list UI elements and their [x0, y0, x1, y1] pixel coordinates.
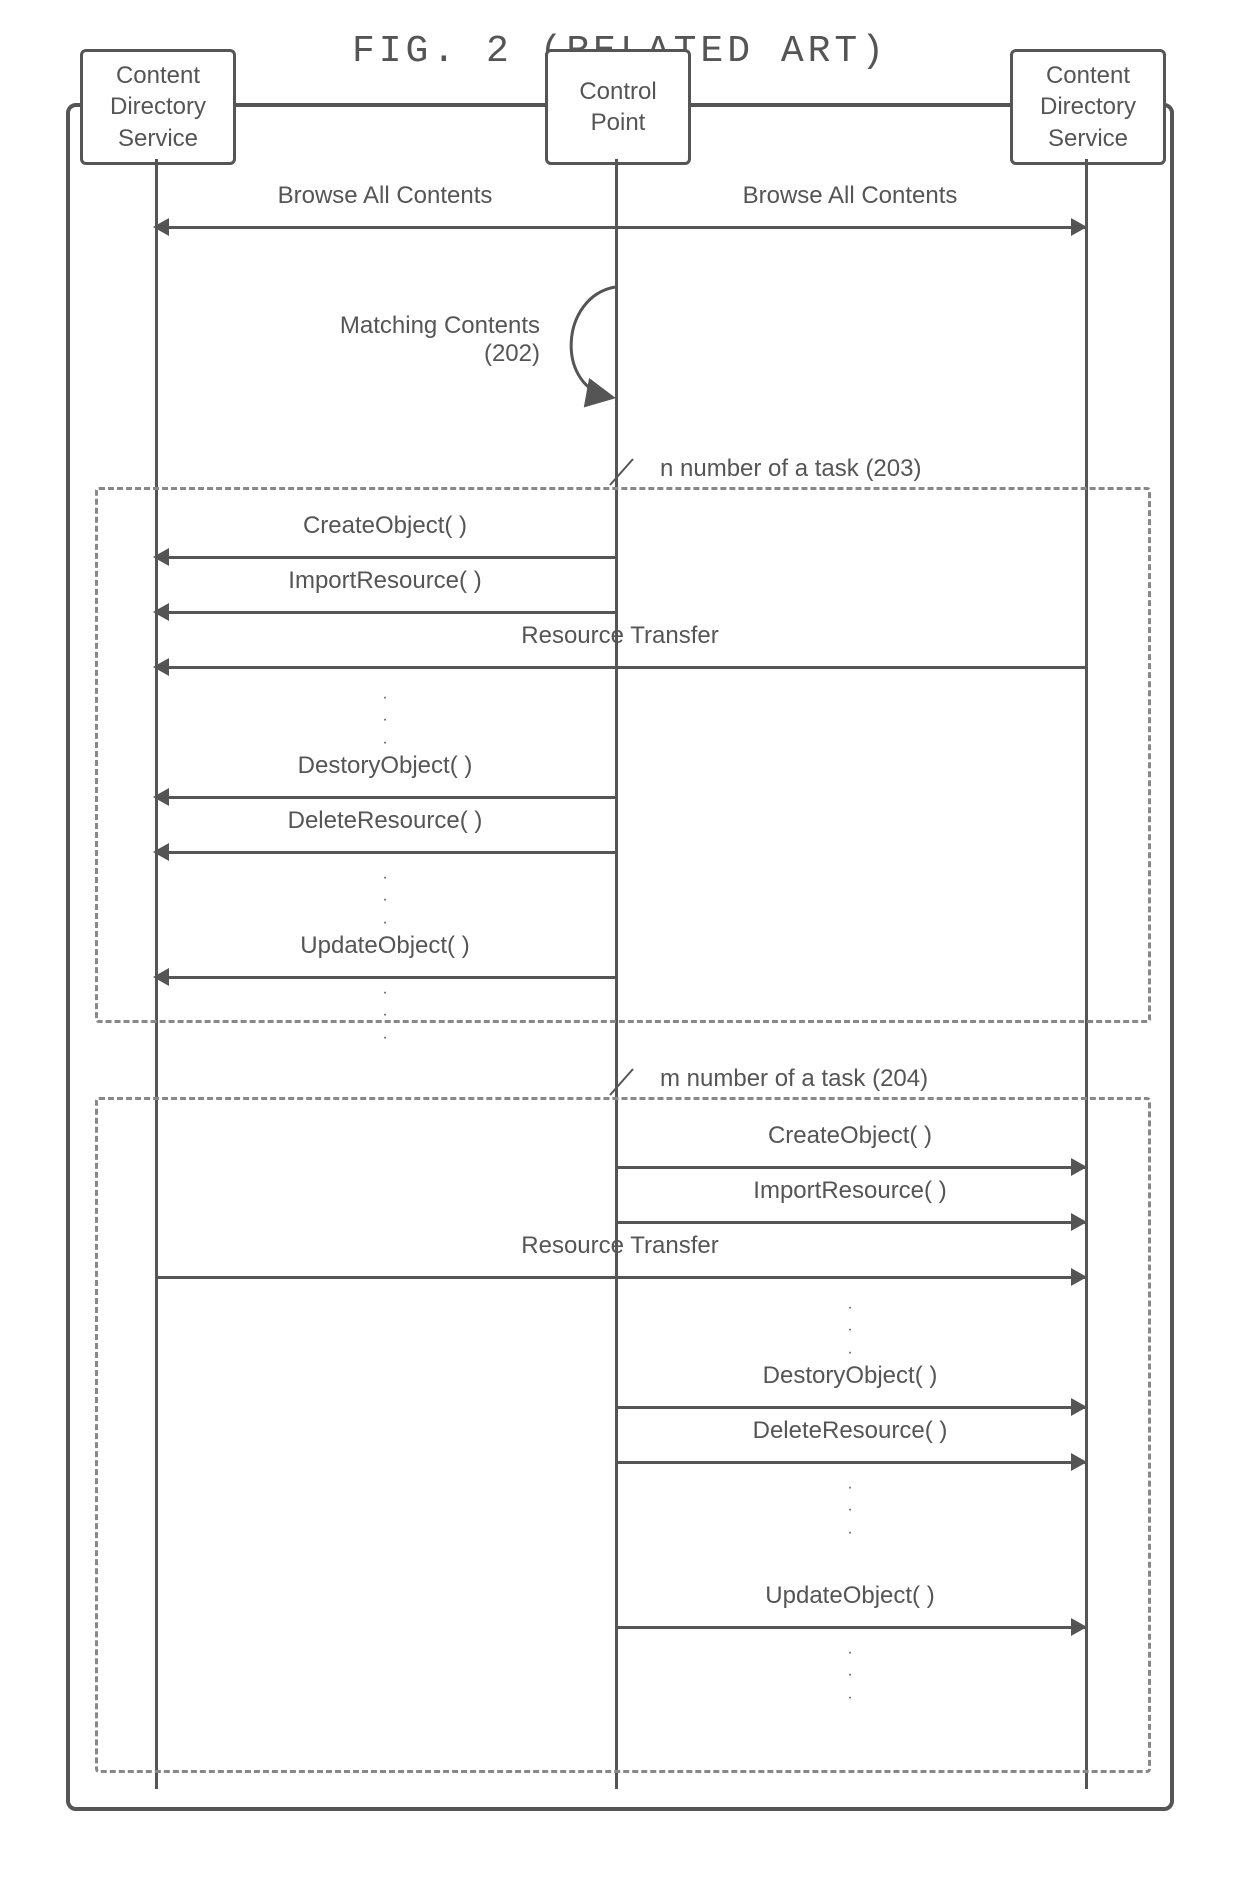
page: FIG. 2 (RELATED ART) ContentDirectorySer… [20, 30, 1220, 1811]
actor-cds-right: ContentDirectoryService [1010, 49, 1166, 165]
message-resource-transfer-right: Resource Transfer [155, 1262, 1085, 1292]
task-label-text: n number of a task (203) [660, 455, 921, 482]
message-label: UpdateObject( ) [615, 1582, 1085, 1610]
ellipsis-icon: ··· [840, 1297, 860, 1364]
message-label: ImportResource( ) [155, 567, 615, 595]
message-label: Matching Contents (202) [260, 312, 540, 368]
actor-label: ContentDirectoryService [83, 60, 233, 154]
message-label: DeleteResource( ) [155, 807, 615, 835]
task-n-leader: n number of a task (203) [630, 455, 921, 483]
message-delete-resource-left: DeleteResource( ) [155, 837, 615, 867]
task-label-text: m number of a task (204) [660, 1065, 928, 1092]
actor-control-point: ControlPoint [545, 49, 691, 165]
message-label: UpdateObject( ) [155, 932, 615, 960]
message-label: Resource Transfer [155, 622, 1085, 650]
message-browse-left: Browse All Contents [155, 212, 615, 242]
message-label: Browse All Contents [155, 182, 615, 210]
message-label: Resource Transfer [155, 1232, 1085, 1260]
message-update-object-right: UpdateObject( ) [615, 1612, 1085, 1642]
message-delete-resource-right: DeleteResource( ) [615, 1447, 1085, 1477]
self-message-matching-contents: Matching Contents (202) [490, 277, 630, 417]
message-label: CreateObject( ) [155, 512, 615, 540]
message-label: Browse All Contents [615, 182, 1085, 210]
message-browse-right: Browse All Contents [615, 212, 1085, 242]
sequence-diagram: ContentDirectoryService ControlPoint Con… [66, 103, 1174, 1811]
task-m-leader: m number of a task (204) [630, 1065, 928, 1093]
message-resource-transfer-left: Resource Transfer [155, 652, 1085, 682]
actor-label: ControlPoint [548, 76, 688, 138]
message-label: DeleteResource( ) [615, 1417, 1085, 1445]
ellipsis-icon: ··· [840, 1477, 860, 1544]
actor-cds-left: ContentDirectoryService [80, 49, 236, 165]
message-label: DestoryObject( ) [615, 1362, 1085, 1390]
message-label: DestoryObject( ) [155, 752, 615, 780]
ellipsis-icon: ··· [840, 1642, 860, 1709]
actor-label: ContentDirectoryService [1013, 60, 1163, 154]
ellipsis-icon: ··· [375, 687, 395, 754]
message-label: ImportResource( ) [615, 1177, 1085, 1205]
ellipsis-icon: ··· [375, 982, 395, 1049]
ellipsis-icon: ··· [375, 867, 395, 934]
message-label: CreateObject( ) [615, 1122, 1085, 1150]
